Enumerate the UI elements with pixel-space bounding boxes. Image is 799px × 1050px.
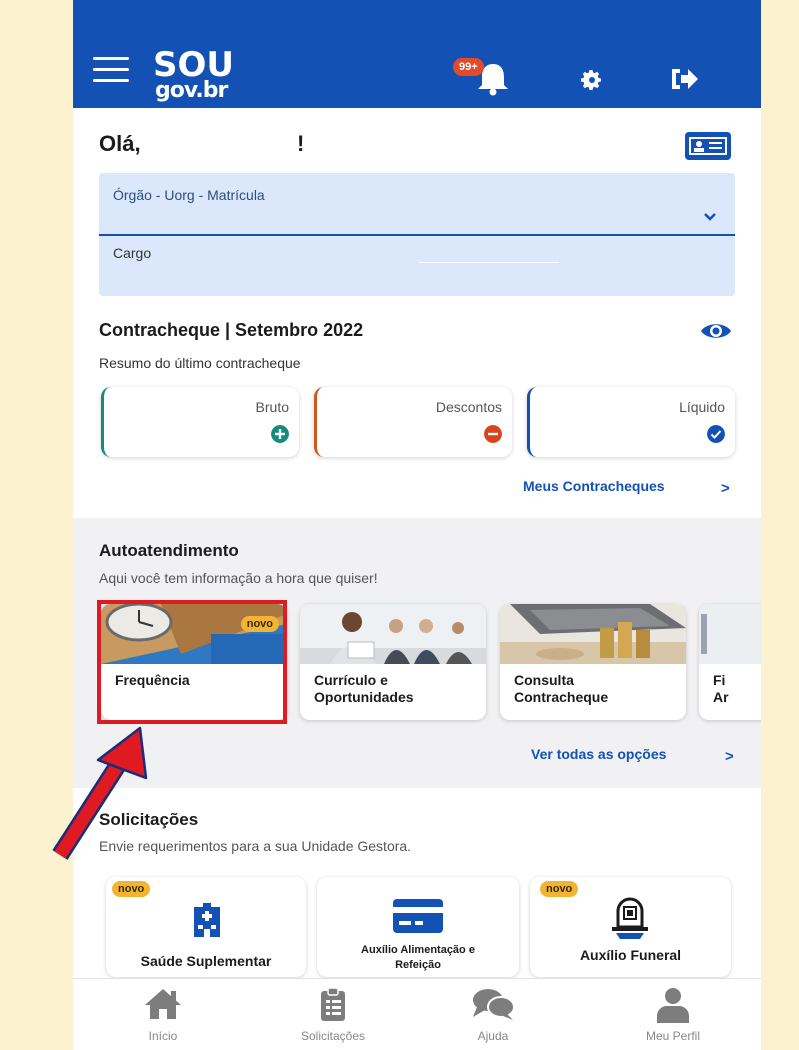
chevron-down-icon[interactable] (703, 212, 717, 222)
request-card-auxilio-alimentacao[interactable]: Auxílio Alimentação e Refeição (317, 877, 519, 977)
plus-circle-icon (271, 425, 289, 443)
user-icon (657, 988, 689, 1023)
chevron-right-icon[interactable]: > (721, 480, 730, 497)
home-icon (145, 989, 181, 1019)
nav-ajuda-label: Ajuda (477, 1029, 509, 1043)
orgao-uorg-matricula-label: Órgão - Uorg - Matrícula (113, 187, 265, 203)
app-screen: SOU gov.br 99+ Olá, ! Órgão - Uorg - Mat… (73, 0, 761, 1050)
request-card-saude[interactable]: novo Saúde Suplementar (106, 877, 306, 977)
nav-solicitacoes-label: Solicitações (300, 1029, 366, 1043)
id-card-icon[interactable] (685, 132, 731, 160)
nav-meu-perfil-label: Meu Perfil (645, 1029, 701, 1043)
saude-suplementar-label: Saúde Suplementar (140, 953, 272, 969)
liquido-card[interactable]: Líquido (527, 387, 735, 457)
nav-meu-perfil[interactable]: Meu Perfil (613, 979, 733, 1050)
cargo-label: Cargo (113, 245, 152, 261)
minus-circle-icon (484, 425, 502, 443)
notification-badge: 99+ (453, 58, 484, 76)
solicitacoes-title: Solicitações (99, 810, 199, 829)
service-card-curriculo[interactable]: Currículo e Oportunidades (300, 604, 486, 720)
cargo-value (419, 262, 559, 263)
chat-icon (473, 989, 515, 1020)
liquido-label: Líquido (679, 399, 725, 415)
ver-todas-opcoes-link[interactable]: Ver todas as opções (531, 746, 666, 762)
autoatendimento-title: Autoatendimento (99, 541, 239, 560)
curriculo-label: Currículo e Oportunidades (314, 672, 414, 705)
nav-inicio[interactable]: Início (103, 979, 223, 1050)
request-card-funeral[interactable]: novo Auxílio Funeral (530, 877, 731, 977)
nav-solicitacoes[interactable]: Solicitações (273, 979, 393, 1050)
auxilio-funeral-label: Auxílio Funeral (579, 947, 682, 963)
novo-badge: novo (112, 881, 151, 897)
coins-image (500, 604, 686, 664)
service-card-partial[interactable]: Fi Ar (699, 604, 761, 720)
solicitacoes-subtitle: Envie requerimentos para a sua Unidade G… (99, 838, 412, 854)
greeting-exclamation: ! (297, 131, 305, 156)
card-icon (393, 899, 443, 933)
bruto-label: Bruto (255, 399, 289, 415)
check-circle-icon (707, 425, 725, 443)
auxilio-alimentacao-label: Auxílio Alimentação e Refeição (361, 944, 475, 971)
greeting: Olá, (99, 131, 141, 156)
field-underline (99, 234, 735, 236)
people-image (300, 604, 486, 664)
service-card-consulta-contracheque[interactable]: Consulta Contracheque (500, 604, 686, 720)
partial-label: Fi Ar (713, 672, 729, 705)
employee-info-panel: Órgão - Uorg - Matrícula Cargo (99, 173, 735, 296)
chevron-right-icon[interactable]: > (725, 748, 734, 765)
top-bar: SOU gov.br 99+ (73, 0, 761, 108)
meus-contracheques-link[interactable]: Meus Contracheques (523, 478, 665, 494)
eye-icon[interactable] (699, 320, 733, 342)
nav-inicio-label: Início (148, 1029, 178, 1043)
hospital-icon (194, 903, 220, 937)
descontos-card[interactable]: Descontos (314, 387, 512, 457)
gear-icon[interactable] (580, 68, 604, 92)
annotation-highlight-box (97, 600, 287, 724)
clipboard-icon (321, 987, 345, 1021)
sou-govbr-logo: SOU gov.br (153, 45, 234, 103)
funeral-icon (612, 897, 648, 939)
autoatendimento-subtitle: Aqui você tem informação a hora que quis… (99, 570, 378, 586)
descontos-label: Descontos (435, 399, 502, 415)
menu-icon[interactable] (93, 57, 129, 85)
novo-badge: novo (540, 881, 579, 897)
bruto-card[interactable]: Bruto (101, 387, 299, 457)
payslip-subtitle: Resumo do último contracheque (99, 355, 301, 371)
payslip-title: Contracheque | Setembro 2022 (99, 320, 364, 340)
consulta-contracheque-label: Consulta Contracheque (514, 672, 609, 705)
nav-ajuda[interactable]: Ajuda (433, 979, 553, 1050)
logout-icon[interactable] (669, 66, 699, 92)
bottom-navigation: Início Solicitações Ajuda Meu Perfil (73, 978, 761, 1050)
partial-image (699, 604, 761, 664)
